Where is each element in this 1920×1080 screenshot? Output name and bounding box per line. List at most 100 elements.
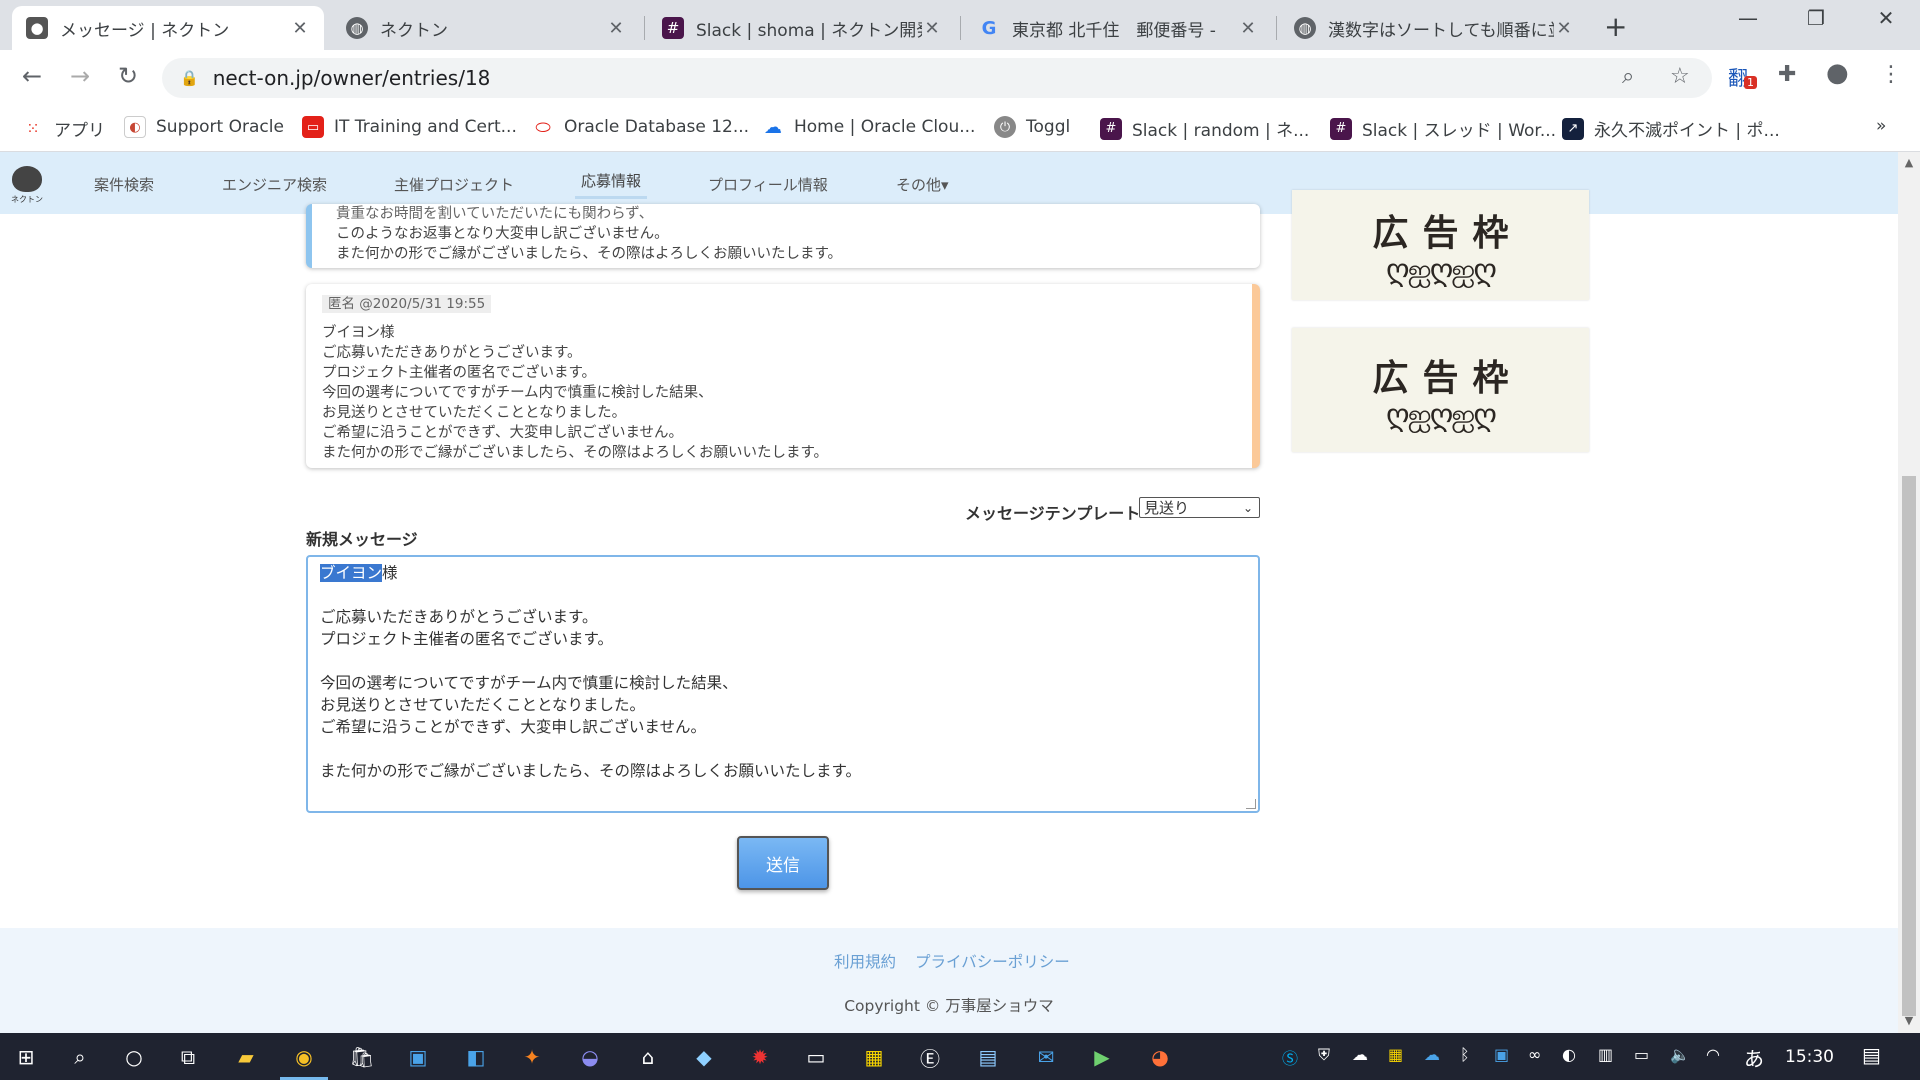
nav-application-info[interactable]: 応募情報 <box>574 170 648 199</box>
tab-kanji-sort[interactable]: ◍ 漢数字はソートしても順番に並 ✕ <box>1280 6 1588 50</box>
skype-icon[interactable]: Ⓢ <box>1282 1045 1298 1069</box>
tray-monitor-icon[interactable]: ▥ <box>1598 1045 1613 1064</box>
app-grid-icon[interactable]: ▦ <box>858 1041 890 1073</box>
close-tab-icon[interactable]: ✕ <box>922 18 942 39</box>
nav-profile-info[interactable]: プロフィール情報 <box>708 174 828 195</box>
mail-icon[interactable]: ✉ <box>1030 1041 1062 1073</box>
close-tab-icon[interactable]: ✕ <box>606 18 626 39</box>
bluetooth-icon[interactable]: ᛒ <box>1460 1045 1470 1064</box>
app-media-icon[interactable]: ▶ <box>1086 1041 1118 1073</box>
resize-handle-icon[interactable] <box>1246 799 1256 809</box>
close-window-icon[interactable]: ✕ <box>1866 6 1906 30</box>
ime-indicator[interactable]: あ <box>1744 1043 1764 1072</box>
wifi-icon[interactable]: ◠ <box>1706 1045 1720 1064</box>
minimize-icon[interactable]: — <box>1728 6 1768 30</box>
app-e-icon[interactable]: Ⓔ <box>914 1041 946 1073</box>
scroll-down-icon[interactable]: ▼ <box>1898 1014 1920 1027</box>
bookmark-eikyu-fumetsu[interactable]: ↗ 永久不滅ポイント | ポ... <box>1562 116 1780 141</box>
remote-desktop-icon[interactable]: ◧ <box>460 1041 492 1073</box>
reload-icon[interactable]: ↻ <box>112 62 144 90</box>
page-scrollbar[interactable]: ▲ ▼ <box>1898 152 1920 1033</box>
ad-slot[interactable]: 広告枠 ღஐღஐღ <box>1292 328 1589 452</box>
nav-hosted-projects[interactable]: 主催プロジェクト <box>394 174 514 195</box>
bookmark-support-oracle[interactable]: ◐ Support Oracle <box>124 116 284 138</box>
app-cube-icon[interactable]: ◆ <box>688 1041 720 1073</box>
app-window-icon[interactable]: ▣ <box>402 1041 434 1073</box>
terms-link[interactable]: 利用規約 <box>834 950 896 972</box>
message-line: 貴重なお時間を割いていただいたにも関わらず、 <box>336 206 654 222</box>
notification-icon[interactable]: ▤ <box>1862 1043 1881 1067</box>
tab-google-search[interactable]: G 東京都 北千住 郵便番号 - ✕ <box>964 6 1272 50</box>
search-icon[interactable]: ⌕ <box>64 1041 96 1073</box>
battery-icon[interactable]: ▭ <box>1634 1045 1649 1064</box>
message-line: プロジェクト主催者の匿名でございます。 <box>322 365 597 381</box>
eclipse-icon[interactable]: ◒ <box>574 1041 606 1073</box>
message-template-select[interactable]: 見送り ⌄ <box>1139 497 1260 518</box>
privacy-policy-link[interactable]: プライバシーポリシー <box>915 950 1070 972</box>
app-red-icon[interactable]: ✹ <box>744 1041 776 1073</box>
bookmark-apps[interactable]: ⁙ アプリ <box>22 116 105 141</box>
security-shield-icon[interactable]: ⛨ <box>1318 1045 1330 1065</box>
menu-kebab-icon[interactable]: ⋮ <box>1880 62 1902 87</box>
nav-other-dropdown[interactable]: その他▾ <box>896 174 949 195</box>
more-bookmarks-icon[interactable]: » <box>1876 116 1886 136</box>
tab-messages[interactable]: ● メッセージ | ネクトン ✕ <box>12 6 324 50</box>
new-message-textarea[interactable]: ブイヨン様 ご応募いただきありがとうございます。 プロジェクト主催者の匿名でござ… <box>306 555 1260 813</box>
site-logo[interactable]: ネクトン <box>10 166 44 206</box>
bookmark-slack-random[interactable]: # Slack | random | ネ... <box>1100 116 1309 141</box>
tray-cloud-icon[interactable]: ☁ <box>1424 1045 1440 1064</box>
tray-app-icon[interactable]: ▦ <box>1388 1045 1403 1064</box>
message-line: 今回の選考についてですがチーム内で慎重に検討した結果、 <box>322 385 713 401</box>
chrome-icon[interactable]: ◉ <box>280 1041 328 1080</box>
textarea-line: 今回の選考についてですがチーム内で慎重に検討した結果、 <box>320 674 738 692</box>
back-icon[interactable]: ← <box>16 62 48 90</box>
browser-tab-bar: ● メッセージ | ネクトン ✕ ◍ ネクトン ✕ # Slack | shom… <box>0 0 1920 50</box>
restore-icon[interactable]: ❐ <box>1796 6 1836 30</box>
extensions-puzzle-icon[interactable]: ✚ <box>1778 62 1796 87</box>
textarea-line <box>320 738 1246 760</box>
more-bookmarks-label: » <box>1876 116 1887 136</box>
lock-icon: 🔒 <box>180 69 199 87</box>
onedrive-cloud-icon[interactable]: ☁ <box>1352 1045 1368 1064</box>
address-bar[interactable]: 🔒 nect-on.jp/owner/entries/18 ⌕ ☆ <box>162 58 1712 98</box>
windows-start-icon[interactable]: ⊞ <box>10 1041 42 1073</box>
profile-avatar-icon[interactable]: ● <box>1826 58 1849 88</box>
bookmark-oracle-cloud[interactable]: ☁ Home | Oracle Clou... <box>762 116 975 138</box>
app-network-icon[interactable]: ▤ <box>972 1041 1004 1073</box>
bookmark-it-training[interactable]: ▭ IT Training and Cert... <box>302 116 517 138</box>
terminal-icon[interactable]: ▭ <box>800 1041 832 1073</box>
taskbar-clock[interactable]: 15:30 <box>1785 1047 1834 1067</box>
translate-extension-icon[interactable]: 翻 1 <box>1728 62 1757 91</box>
app-house-icon[interactable]: ⌂ <box>632 1041 664 1073</box>
bookmark-oracle-database[interactable]: ⬭ Oracle Database 12... <box>532 116 749 138</box>
oracle-ring-icon: ⬭ <box>535 116 551 138</box>
send-button[interactable]: 送信 <box>737 836 829 890</box>
tray-link-icon[interactable]: ∞ <box>1528 1045 1541 1064</box>
volume-icon[interactable]: 🔈 <box>1670 1045 1690 1064</box>
bookmark-slack-thread[interactable]: # Slack | スレッド | Wor... <box>1330 116 1556 141</box>
close-tab-icon[interactable]: ✕ <box>1554 18 1574 39</box>
firefox-icon[interactable]: ◕ <box>1144 1041 1176 1073</box>
nav-project-search[interactable]: 案件検索 <box>94 174 154 195</box>
tab-nekuton[interactable]: ◍ ネクトン ✕ <box>332 6 640 50</box>
app-orange-icon[interactable]: ✦ <box>516 1041 548 1073</box>
tray-window-icon[interactable]: ▣ <box>1494 1045 1509 1064</box>
nav-engineer-search[interactable]: エンジニア検索 <box>222 174 327 195</box>
scroll-up-icon[interactable]: ▲ <box>1898 156 1920 169</box>
close-tab-icon[interactable]: ✕ <box>1238 18 1258 39</box>
close-tab-icon[interactable]: ✕ <box>290 18 310 39</box>
file-explorer-icon[interactable]: ▰ <box>230 1041 262 1073</box>
task-view-icon[interactable]: ⧉ <box>172 1041 204 1073</box>
zoom-icon[interactable]: ⌕ <box>1622 64 1634 89</box>
scrollbar-thumb[interactable] <box>1902 476 1916 1016</box>
browser-toolbar: ← → ↻ 🔒 nect-on.jp/owner/entries/18 ⌕ ☆ … <box>0 50 1920 106</box>
bookmark-toggl[interactable]: ⏻ Toggl <box>994 116 1070 138</box>
tab-slack-shoma[interactable]: # Slack | shoma | ネクトン開発 ✕ <box>648 6 956 50</box>
cortana-icon[interactable]: ○ <box>118 1041 150 1073</box>
tray-disk-icon[interactable]: ◐ <box>1562 1045 1576 1064</box>
store-icon[interactable]: 🛍 <box>346 1041 378 1073</box>
new-tab-icon[interactable]: + <box>1604 10 1627 43</box>
forward-icon[interactable]: → <box>64 62 96 90</box>
ad-slot[interactable]: 広告枠 ღஐღஐღ <box>1292 190 1589 300</box>
bookmark-star-icon[interactable]: ☆ <box>1670 64 1690 89</box>
